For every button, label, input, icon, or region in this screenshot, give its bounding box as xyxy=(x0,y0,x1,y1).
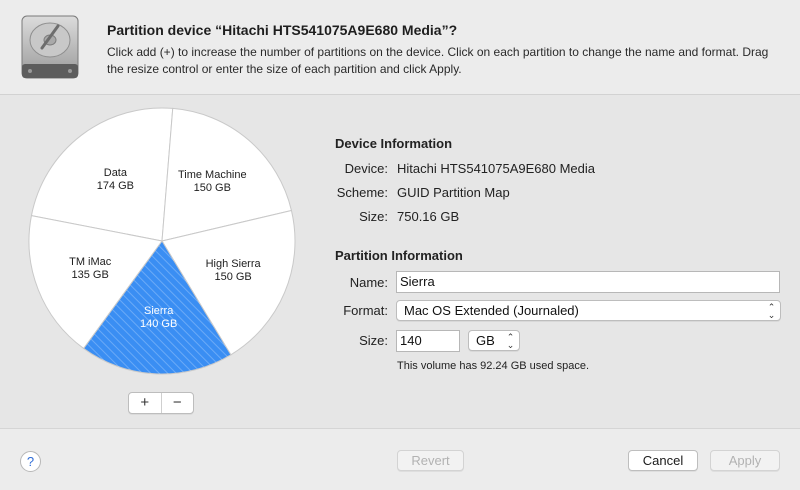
help-button[interactable]: ? xyxy=(20,451,41,472)
size-unit-value: GB xyxy=(476,333,495,348)
dialog-header: Partition device “Hitachi HTS541075A9E68… xyxy=(0,0,800,95)
device-size-value: 750.16 GB xyxy=(397,209,460,224)
dialog-title: Partition device “Hitachi HTS541075A9E68… xyxy=(107,22,458,38)
add-partition-button[interactable]: + xyxy=(129,393,162,413)
name-label: Name: xyxy=(349,275,388,290)
partition-info-heading: Partition Information xyxy=(335,248,463,263)
scheme-value: GUID Partition Map xyxy=(397,185,510,200)
scheme-label: Scheme: xyxy=(336,185,388,200)
updown-chevron-icon: ⌃ ⌄ xyxy=(767,302,776,320)
partition-size-field[interactable]: 140 xyxy=(396,330,460,352)
revert-button[interactable]: Revert xyxy=(397,450,464,471)
add-remove-control: + − xyxy=(128,392,194,414)
remove-partition-button[interactable]: − xyxy=(162,393,194,413)
partition-pie-chart[interactable] xyxy=(28,107,298,377)
pie-label-size: 150 GB xyxy=(193,182,231,195)
pie-label-data: Data 174 GB xyxy=(97,167,134,193)
pie-label-high-sierra: High Sierra 150 GB xyxy=(206,258,261,284)
device-size-label: Size: xyxy=(359,209,388,224)
pie-label-name: Sierra xyxy=(144,305,174,318)
format-popup-value: Mac OS Extended (Journaled) xyxy=(404,303,579,318)
format-label: Format: xyxy=(343,303,388,318)
cancel-button[interactable]: Cancel xyxy=(628,450,698,471)
hard-disk-icon xyxy=(21,15,79,79)
pie-label-size: 150 GB xyxy=(214,270,252,283)
size-label: Size: xyxy=(359,333,388,348)
pie-label-tm-imac: TM iMac 135 GB xyxy=(69,256,111,282)
size-unit-popup[interactable]: GB ⌃ ⌄ xyxy=(468,330,520,351)
device-info-heading: Device Information xyxy=(335,136,453,151)
pie-label-size: 174 GB xyxy=(96,179,135,192)
updown-chevron-icon: ⌃ ⌄ xyxy=(506,332,515,350)
pie-label-name: TM iMac xyxy=(69,256,112,269)
pie-label-time-machine: Time Machine 150 GB xyxy=(178,169,247,195)
partition-name-field[interactable]: Sierra xyxy=(396,271,780,293)
pie-label-name: High Sierra xyxy=(205,257,261,270)
pie-label-size: 140 GB xyxy=(140,318,178,331)
apply-button[interactable]: Apply xyxy=(710,450,780,471)
format-popup[interactable]: Mac OS Extended (Journaled) ⌃ ⌄ xyxy=(396,300,781,321)
dialog-description: Click add (+) to increase the number of … xyxy=(107,45,769,76)
pie-label-size: 135 GB xyxy=(71,269,109,282)
pie-label-name: Data xyxy=(103,166,127,179)
pie-label-sierra: Sierra 140 GB xyxy=(140,305,177,331)
used-space-note: This volume has 92.24 GB used space. xyxy=(397,360,589,372)
device-value: Hitachi HTS541075A9E680 Media xyxy=(397,161,596,176)
pie-label-name: Time Machine xyxy=(177,169,247,182)
device-label: Device: xyxy=(344,161,388,176)
